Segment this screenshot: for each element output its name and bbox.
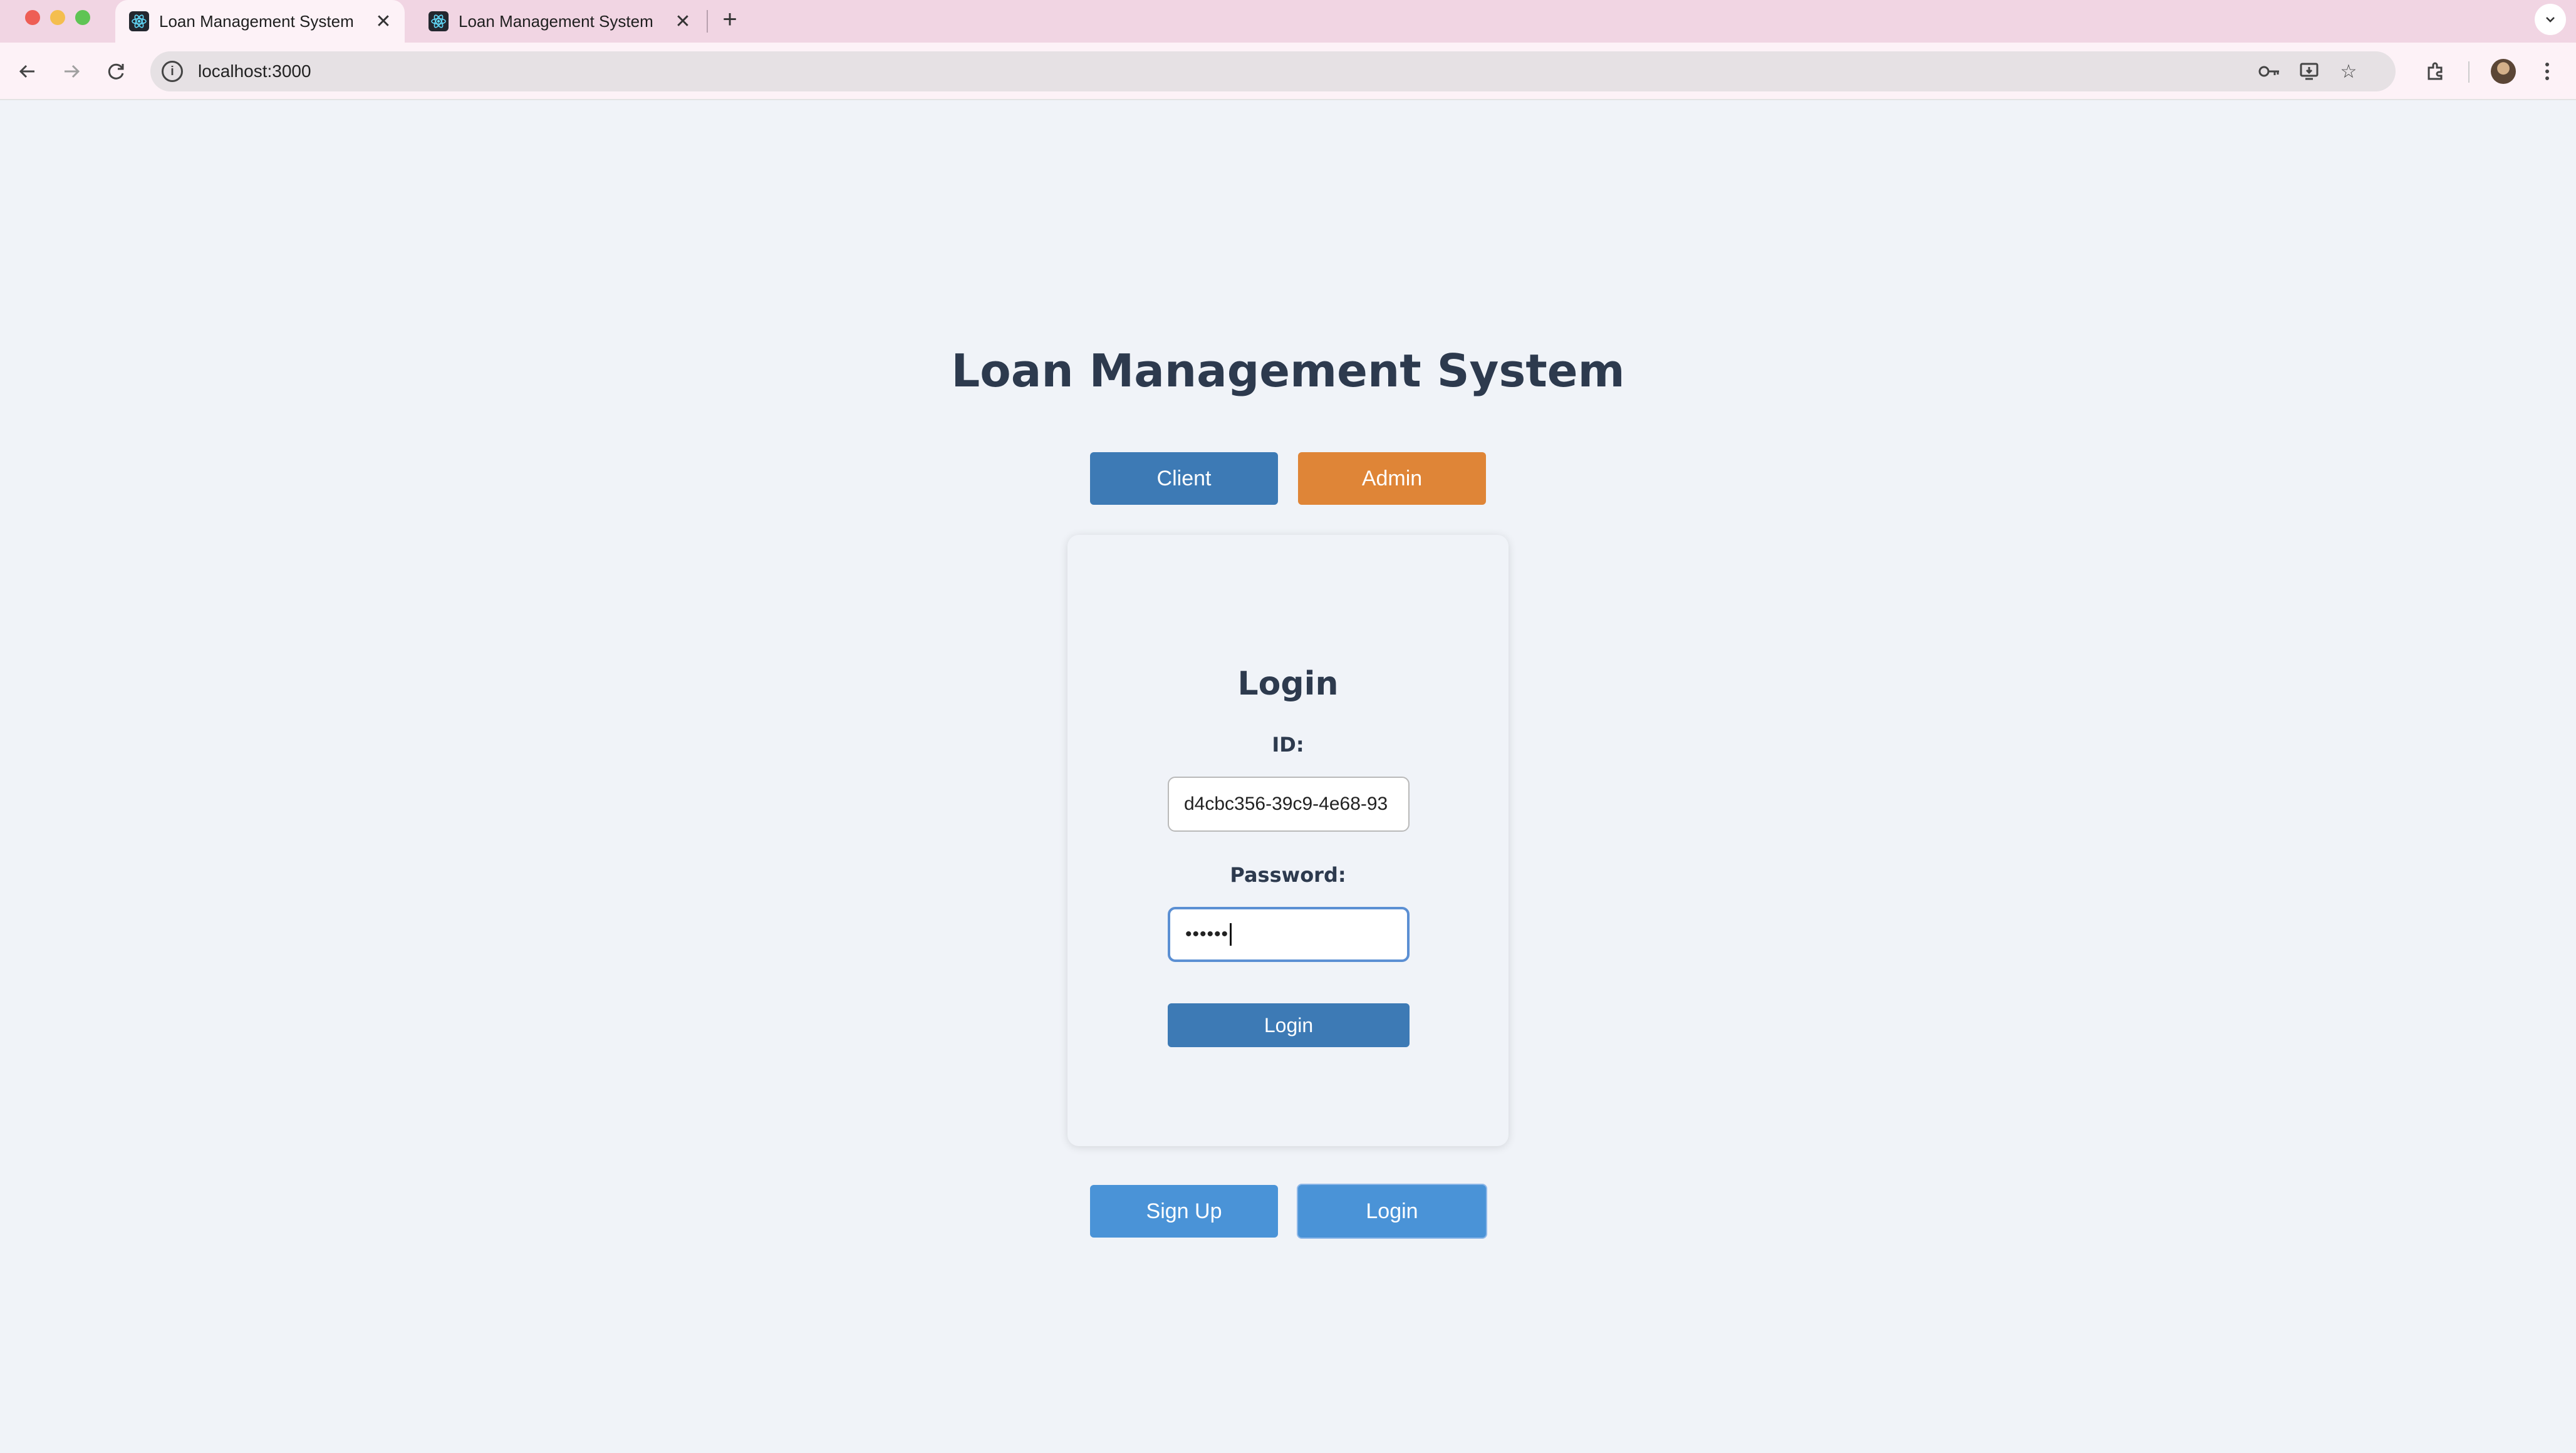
back-icon[interactable] [11,55,44,88]
browser-toolbar: i localhost:3000 ☆ [0,43,2576,100]
new-tab-button[interactable]: + [714,4,745,35]
close-icon[interactable]: ✕ [371,9,396,34]
password-input-value: •••••• [1185,924,1229,944]
id-input[interactable]: d4cbc356-39c9-4e68-93 [1168,777,1410,832]
id-label: ID: [1272,733,1304,757]
maximize-window-button[interactable] [75,10,90,25]
star-icon[interactable]: ☆ [2333,51,2364,91]
profile-avatar[interactable] [2487,55,2520,88]
key-icon[interactable] [2254,51,2285,91]
react-icon [428,11,449,31]
signup-button[interactable]: Sign Up [1090,1185,1278,1238]
tab-divider [707,10,708,33]
text-caret [1230,923,1232,946]
reload-icon[interactable] [100,55,133,88]
password-label: Password: [1230,863,1346,887]
tab-title: Loan Management System [459,11,653,31]
admin-role-button[interactable]: Admin [1298,452,1486,505]
url-text[interactable]: localhost:3000 [198,61,311,81]
login-submit-button[interactable]: Login [1168,1003,1410,1047]
login-form-title: Login [1237,665,1339,703]
tab-title: Loan Management System [159,11,354,31]
toolbar-divider [2468,61,2470,83]
minimize-window-button[interactable] [50,10,65,25]
password-input[interactable]: •••••• [1168,907,1410,962]
login-mode-button[interactable]: Login [1298,1185,1486,1238]
more-menu-icon[interactable] [2531,55,2563,88]
site-info-icon[interactable]: i [162,61,183,82]
install-app-icon[interactable] [2294,51,2325,91]
page-title: Loan Management System [951,344,1625,397]
client-role-button[interactable]: Client [1090,452,1278,505]
address-bar[interactable]: i localhost:3000 ☆ [150,51,2396,91]
close-window-button[interactable] [25,10,40,25]
tab-strip: Loan Management System ✕ Loan Management… [0,0,2576,43]
close-icon[interactable]: ✕ [670,9,695,34]
forward-icon[interactable] [55,55,88,88]
tab-inactive[interactable]: Loan Management System ✕ [415,0,704,43]
chevron-down-icon[interactable] [2535,4,2566,35]
react-icon [129,11,149,31]
tab-active[interactable]: Loan Management System ✕ [115,0,405,43]
login-card: Login ID: d4cbc356-39c9-4e68-93 Password… [1067,535,1509,1146]
extensions-icon[interactable] [2419,55,2452,88]
id-input-value: d4cbc356-39c9-4e68-93 [1184,794,1388,814]
